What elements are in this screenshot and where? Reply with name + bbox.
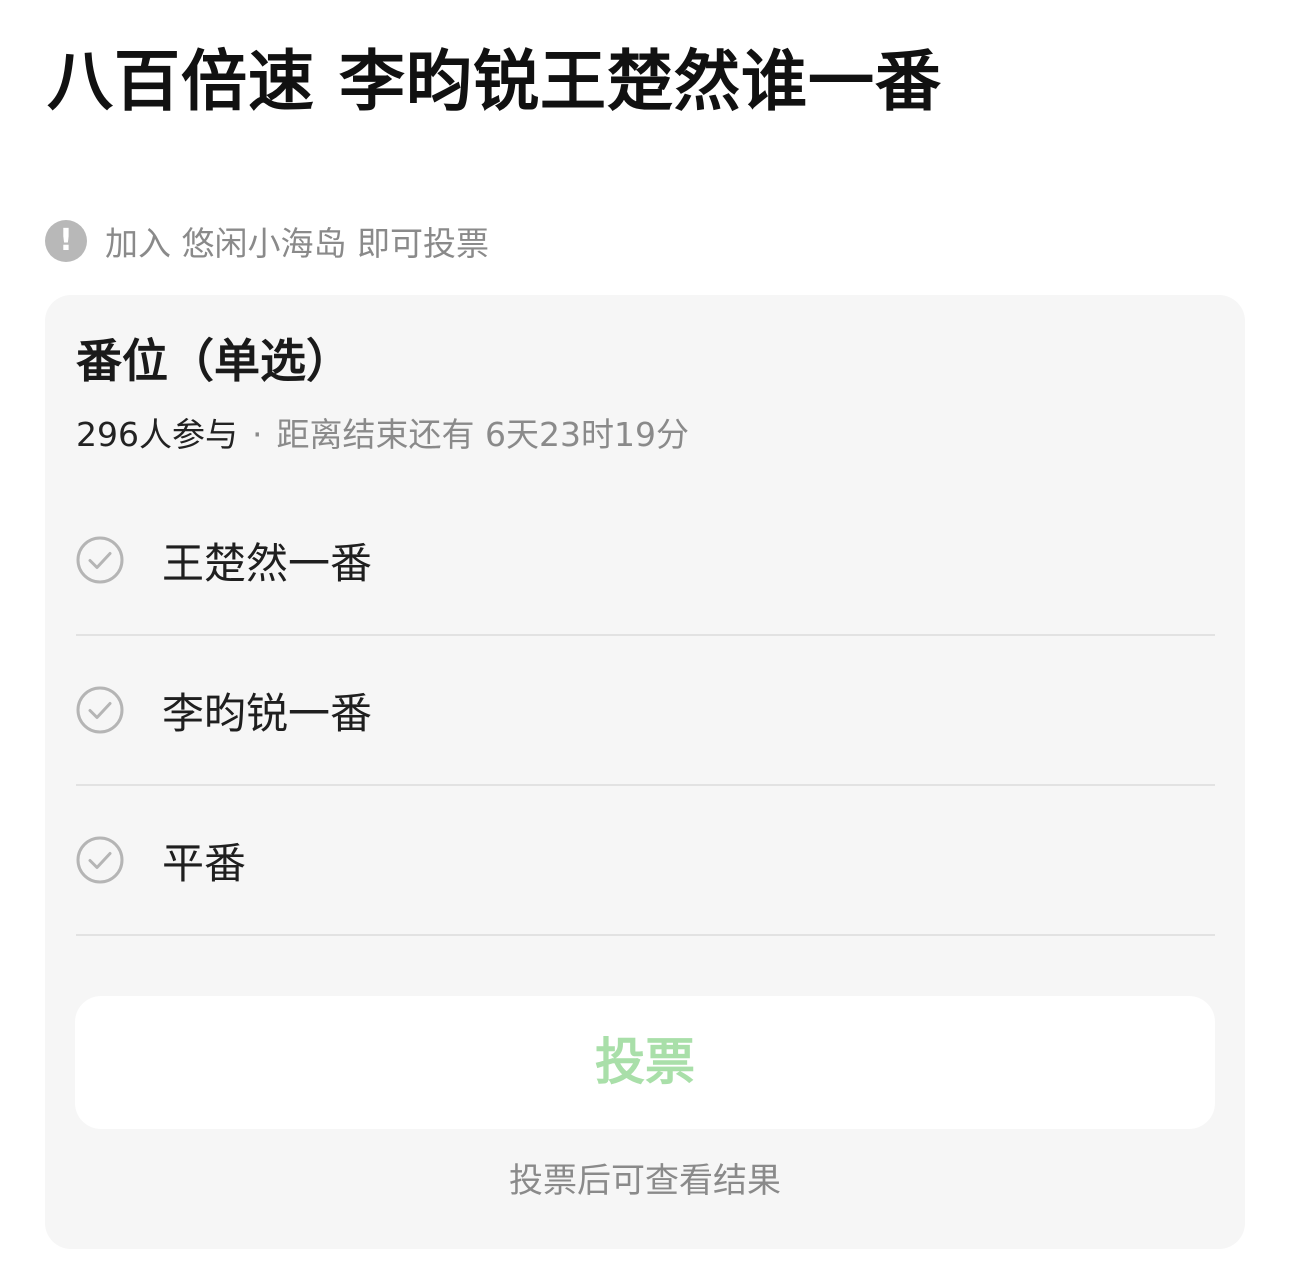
- check-circle-icon: [76, 536, 124, 584]
- poll-option-3[interactable]: 平番: [76, 786, 1215, 936]
- participant-count: 296人参与: [76, 415, 238, 454]
- poll-option-label: 李昀锐一番: [162, 688, 373, 738]
- poll-card: 番位（单选） 296人参与 · 距离结束还有 6天23时19分 王楚然一番 李昀锐一…: [45, 295, 1245, 1249]
- poll-option-label: 平番: [162, 838, 247, 888]
- vote-button[interactable]: 投票: [75, 996, 1215, 1129]
- poll-meta: 296人参与 · 距离结束还有 6天23时19分: [76, 411, 689, 459]
- post-title: 八百倍速 李昀锐王楚然谁一番: [47, 43, 942, 120]
- poll-option-1[interactable]: 王楚然一番: [76, 486, 1215, 636]
- poll-option-2[interactable]: 李昀锐一番: [76, 636, 1215, 786]
- join-notice-text[interactable]: 加入 悠闲小海岛 即可投票: [105, 217, 489, 265]
- check-circle-icon: [76, 836, 124, 884]
- join-notice: ! 加入 悠闲小海岛 即可投票: [45, 218, 489, 264]
- poll-option-label: 王楚然一番: [162, 538, 373, 588]
- result-hint: 投票后可查看结果: [509, 1161, 781, 1201]
- poll-title: 番位（单选）: [76, 334, 352, 388]
- meta-separator: ·: [252, 415, 263, 454]
- exclamation-circle-icon: !: [45, 220, 87, 262]
- check-circle-icon: [76, 686, 124, 734]
- time-remaining: 距离结束还有 6天23时19分: [276, 415, 689, 454]
